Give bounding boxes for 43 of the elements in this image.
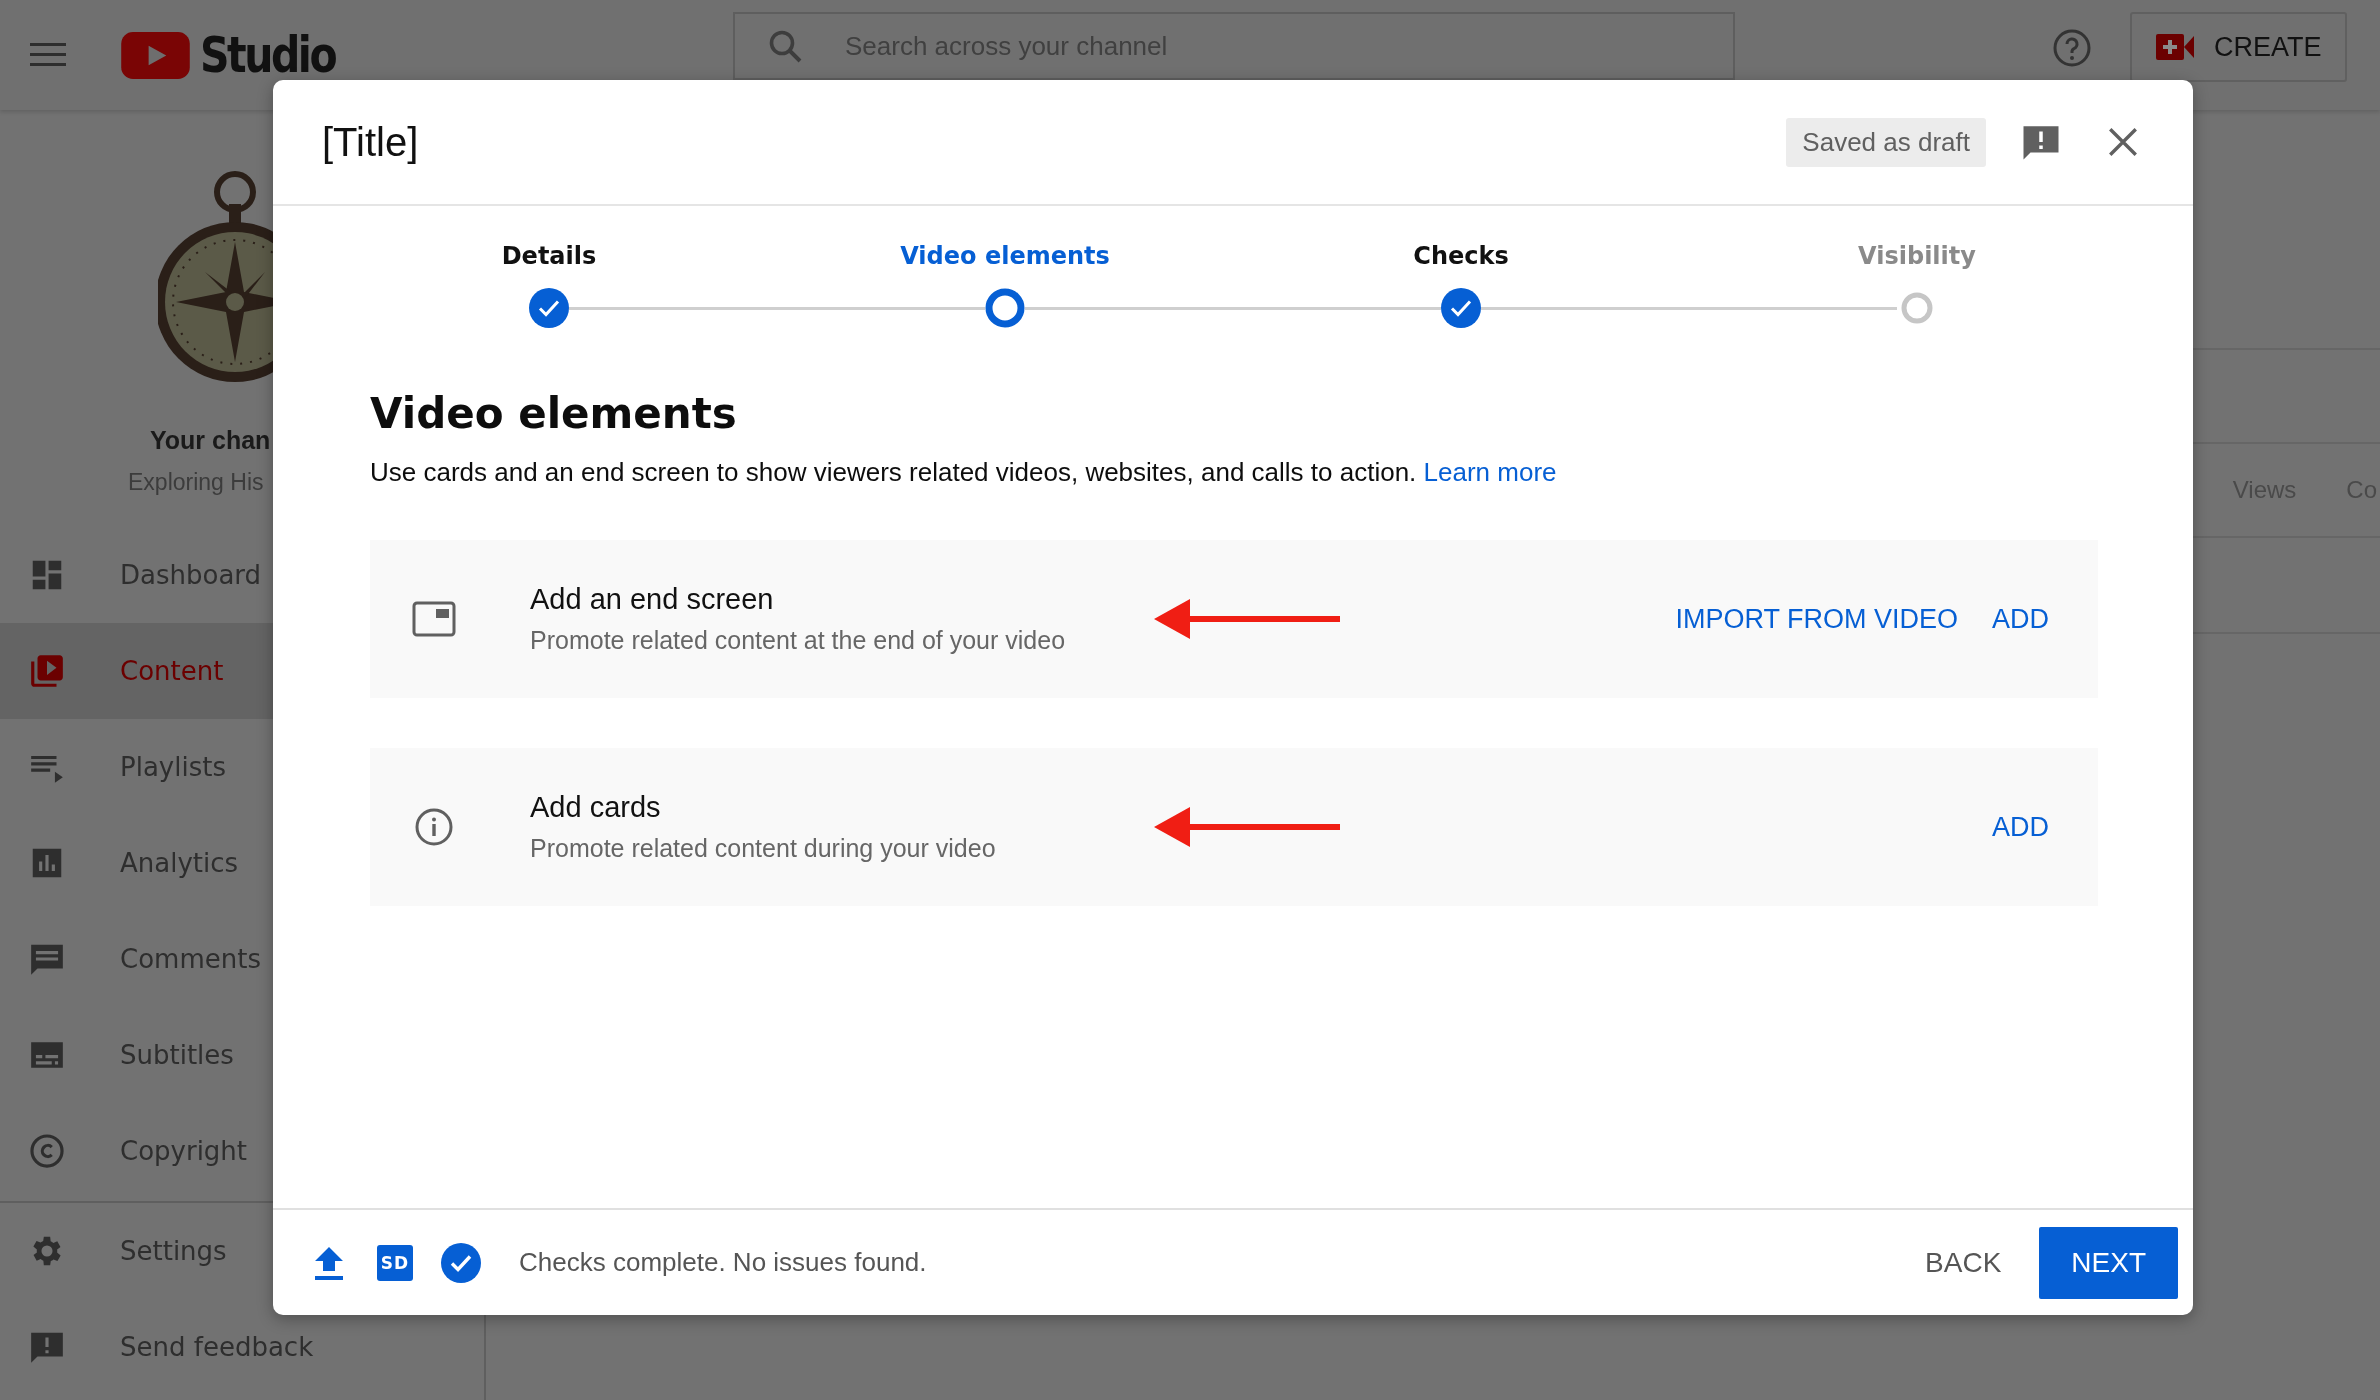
step-label[interactable]: Checks [1413,240,1509,272]
step-label[interactable]: Visibility [1858,240,1976,272]
close-icon[interactable] [2106,125,2140,159]
channel-name: Your chan [150,426,271,455]
help-icon[interactable] [2052,28,2092,68]
action-button[interactable]: ADD [1992,603,2049,635]
action-button[interactable]: ADD [1992,811,2049,843]
step-label[interactable]: Details [501,240,597,272]
sidebar-item[interactable]: Subtitles [0,1007,484,1103]
dialog-title: [Title] [322,119,420,165]
copyright-icon [28,1132,66,1170]
element-title: Add cards [530,791,662,824]
sidebar-item[interactable]: Send feedback [0,1299,484,1395]
search-icon [767,28,803,64]
checks-status: Checks complete. No issues found. [519,1247,928,1278]
back-button[interactable]: BACK [1919,1245,2008,1280]
quality-badge: SD [377,1244,413,1281]
element-subtitle: Promote related content at the end of your video [530,626,1067,655]
step-done-icon[interactable] [529,288,569,328]
logo-text: Studio [200,26,336,84]
play-logo-icon [121,31,190,79]
menu-icon[interactable] [30,43,66,67]
sidebar-item[interactable]: Comments [0,911,484,1007]
step-current-icon[interactable] [985,288,1025,328]
sidebar-item[interactable]: Copyright [0,1103,484,1199]
learn-more-link[interactable]: Learn more [1423,457,1557,487]
sidebar-item[interactable]: Analytics [0,815,484,911]
section-description: Use cards and an end screen to show viewers related videos, websites, and calls to action. [370,457,1417,487]
check-circle-icon [441,1242,481,1283]
video-camera-plus-icon [2156,34,2194,60]
sidebar-item[interactable]: Dashboard [0,527,484,623]
action-button[interactable]: IMPORT FROM VIDEO [1675,603,1958,635]
section-heading: Video elements [370,388,738,440]
next-button[interactable]: NEXT [2039,1226,2178,1299]
upload-icon [313,1244,345,1281]
step-label[interactable]: Video elements [900,240,1110,272]
element-title: Add an end screen [530,583,775,616]
status-chip: Saved as draft [1786,117,1986,167]
end-screen-icon [412,599,456,639]
sidebar-item[interactable]: Playlists [0,719,484,815]
step-done-icon[interactable] [1441,288,1481,328]
element-subtitle: Promote related content during your video [530,834,997,863]
video-library-icon [28,652,66,690]
